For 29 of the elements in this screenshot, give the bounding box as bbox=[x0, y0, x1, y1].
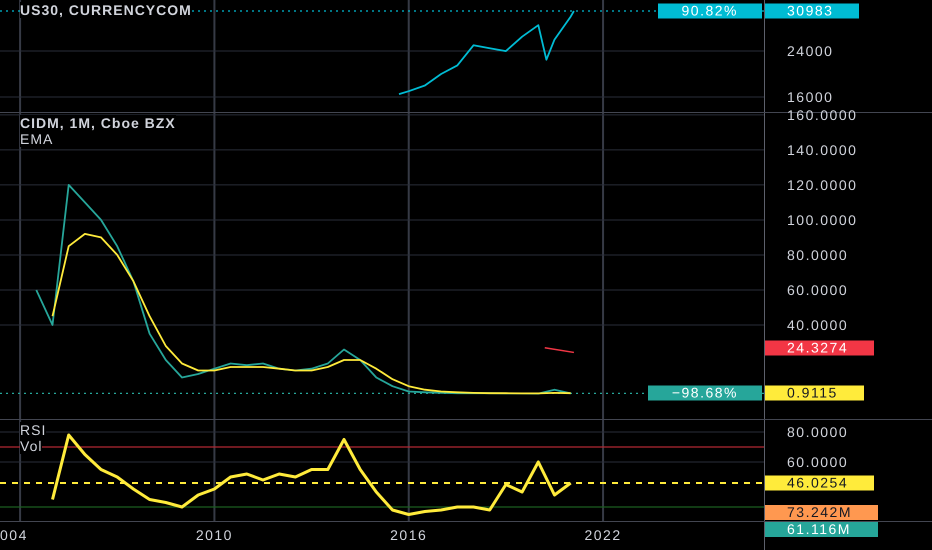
change-tag: −98.68% bbox=[648, 386, 762, 401]
axis-label: 2010 bbox=[196, 527, 233, 543]
axis-label: 16000 bbox=[787, 88, 834, 105]
price-tag: 0.9115 bbox=[765, 386, 864, 401]
axis-label: 80.0000 bbox=[787, 424, 848, 440]
axis-label: 80.0000 bbox=[787, 246, 848, 263]
axis-label: 2016 bbox=[390, 527, 428, 543]
axis-label: 40.0000 bbox=[787, 316, 848, 333]
axis-label: 140.0000 bbox=[787, 142, 858, 158]
volume-tag: 73.242M bbox=[765, 505, 878, 520]
change-tag: 90.82% bbox=[658, 3, 762, 18]
axis-label: 160.0000 bbox=[787, 106, 858, 123]
indicator-label: RSI bbox=[20, 422, 46, 438]
axis-label: 24000 bbox=[787, 43, 834, 60]
indicator-label: EMA bbox=[20, 131, 54, 147]
price-tag: 24.3274 bbox=[765, 340, 874, 356]
symbol-title: US30, CURRENCYCOM bbox=[20, 2, 192, 18]
axis-label: 100.0000 bbox=[787, 212, 858, 228]
volume-tag: 61.116M bbox=[765, 522, 878, 537]
axis-label: 60.0000 bbox=[787, 282, 848, 298]
price-tag: 46.0254 bbox=[765, 475, 874, 490]
axis-label: 2022 bbox=[584, 527, 622, 543]
trend-line bbox=[544, 346, 574, 354]
axis-label: 004 bbox=[0, 527, 28, 543]
axis-label: 60.0000 bbox=[787, 454, 848, 470]
symbol-title: CIDM, 1M, Cboe BZX bbox=[20, 115, 176, 131]
axis-label: 120.0000 bbox=[787, 176, 858, 193]
indicator-label: Vol bbox=[20, 438, 42, 454]
price-tag: 30983 bbox=[765, 3, 860, 18]
